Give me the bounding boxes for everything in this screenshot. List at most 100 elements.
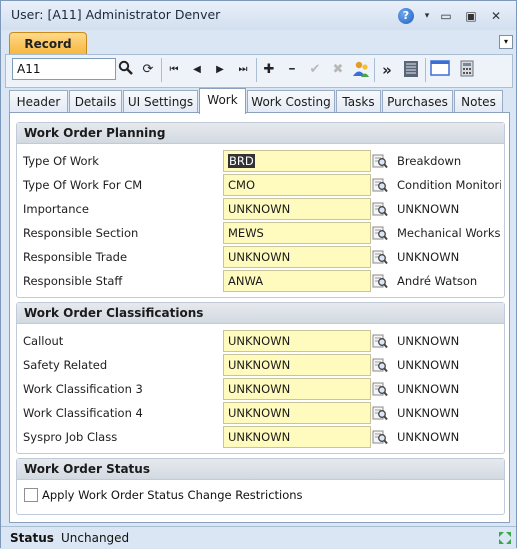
toolbar-separator [161, 58, 162, 82]
tab-notes[interactable]: Notes [454, 90, 503, 113]
field-description: UNKNOWN [397, 406, 460, 420]
field-description: UNKNOWN [397, 202, 460, 216]
lookup-icon[interactable] [372, 177, 388, 193]
first-record-icon[interactable]: ⏮ [164, 60, 184, 80]
field-row: Responsible Trade UNKNOWN UNKNOWN [17, 245, 504, 269]
record-tab-row: Record ▾ [1, 30, 516, 55]
add-icon[interactable]: ✚ [259, 60, 279, 80]
tab-details[interactable]: Details [69, 90, 122, 113]
group-title: Work Order Planning [17, 123, 504, 144]
status-label: Status [10, 531, 54, 545]
field-description: André Watson [397, 274, 478, 288]
calculator-icon[interactable] [457, 60, 477, 80]
previous-record-icon[interactable]: ◀ [187, 60, 207, 80]
field-description: UNKNOWN [397, 334, 460, 348]
list-view-icon[interactable] [401, 60, 421, 80]
field-label: Responsible Section [23, 226, 139, 240]
responsible-section-field[interactable]: MEWS [223, 222, 371, 244]
tab-ui-settings[interactable]: UI Settings [123, 90, 198, 113]
field-label: Syspro Job Class [23, 430, 118, 444]
work-classification-4-field[interactable]: UNKNOWN [223, 402, 371, 424]
field-description: UNKNOWN [397, 382, 460, 396]
field-label: Work Classification 4 [23, 406, 143, 420]
responsible-staff-field[interactable]: ANWA [223, 270, 371, 292]
lookup-icon[interactable] [372, 429, 388, 445]
field-row: Syspro Job Class UNKNOWN UNKNOWN [17, 425, 504, 449]
search-input[interactable]: A11 [12, 58, 116, 80]
field-row: Work Classification 4 UNKNOWN UNKNOWN [17, 401, 504, 425]
field-label: Responsible Staff [23, 274, 123, 288]
field-row: Responsible Staff ANWA André Watson [17, 269, 504, 293]
help-dropdown-icon[interactable]: ▾ [419, 8, 435, 24]
field-row: Callout UNKNOWN UNKNOWN [17, 329, 504, 353]
toolbar: A11 ⟳ ⏮ ◀ ▶ ⏭ ✚ ━ ✔ ✖ » [5, 54, 513, 88]
lookup-icon[interactable] [372, 153, 388, 169]
field-label: Importance [23, 202, 89, 216]
lookup-icon[interactable] [372, 333, 388, 349]
lookup-icon[interactable] [372, 225, 388, 241]
lookup-icon[interactable] [372, 405, 388, 421]
tab-strip: Header Details UI Settings Work Work Cos… [9, 88, 509, 114]
tab-work[interactable]: Work [199, 88, 246, 114]
title-bar: User: [A11] Administrator Denver ? ▾ ▭ ▣… [1, 1, 516, 30]
toolbar-separator [256, 58, 257, 82]
field-description: UNKNOWN [397, 430, 460, 444]
work-tab-panel: Work Order Planning Type Of Work BRD Bre… [9, 112, 510, 523]
close-icon[interactable]: ✕ [488, 8, 504, 24]
tab-tasks[interactable]: Tasks [336, 90, 381, 113]
search-icon[interactable] [116, 60, 136, 80]
checkbox-row: Apply Work Order Status Change Restricti… [17, 481, 504, 505]
form-view-icon[interactable] [429, 60, 451, 80]
help-icon[interactable]: ? [398, 8, 414, 24]
field-label: Type Of Work [23, 154, 99, 168]
cancel-icon[interactable]: ✖ [328, 60, 348, 80]
group-title: Work Order Status [17, 459, 504, 480]
toolbar-separator [425, 58, 426, 82]
checkbox-label[interactable]: Apply Work Order Status Change Restricti… [42, 488, 303, 502]
field-label: Callout [23, 334, 64, 348]
importance-field[interactable]: UNKNOWN [223, 198, 371, 220]
status-change-restrictions-checkbox[interactable] [24, 488, 38, 502]
field-value: BRD [228, 154, 255, 168]
safety-related-field[interactable]: UNKNOWN [223, 354, 371, 376]
field-label: Work Classification 3 [23, 382, 143, 396]
type-of-work-for-cm-field[interactable]: CMO [223, 174, 371, 196]
field-row: Importance UNKNOWN UNKNOWN [17, 197, 504, 221]
field-description: UNKNOWN [397, 358, 460, 372]
lookup-icon[interactable] [372, 381, 388, 397]
refresh-icon[interactable]: ⟳ [138, 60, 158, 80]
remove-icon[interactable]: ━ [282, 60, 302, 80]
lookup-icon[interactable] [372, 357, 388, 373]
maximize-icon[interactable]: ▣ [463, 8, 479, 24]
lookup-icon[interactable] [372, 249, 388, 265]
callout-field[interactable]: UNKNOWN [223, 330, 371, 352]
tab-work-costing[interactable]: Work Costing [247, 90, 335, 113]
field-description: Mechanical Worksl [397, 226, 501, 240]
last-record-icon[interactable]: ⏭ [233, 60, 253, 80]
lookup-icon[interactable] [372, 201, 388, 217]
resize-grip-icon[interactable] [497, 530, 513, 546]
type-of-work-field[interactable]: BRD [223, 150, 371, 172]
lookup-icon[interactable] [372, 273, 388, 289]
field-row: Type Of Work For CM CMO Condition Monito… [17, 173, 504, 197]
user-icon[interactable] [351, 60, 371, 80]
responsible-trade-field[interactable]: UNKNOWN [223, 246, 371, 268]
work-classification-3-field[interactable]: UNKNOWN [223, 378, 371, 400]
confirm-icon[interactable]: ✔ [305, 60, 325, 80]
window-title: User: [A11] Administrator Denver [11, 7, 221, 22]
tab-purchases[interactable]: Purchases [382, 90, 453, 113]
minimize-icon[interactable]: ▭ [438, 8, 454, 24]
user-window: User: [A11] Administrator Denver ? ▾ ▭ ▣… [0, 0, 517, 548]
toolbar-separator [374, 58, 375, 82]
work-order-planning-group: Work Order Planning Type Of Work BRD Bre… [16, 122, 505, 298]
field-label: Safety Related [23, 358, 108, 372]
field-description: Condition Monitori [397, 178, 501, 192]
record-tab[interactable]: Record [9, 32, 87, 55]
collapse-ribbon-icon[interactable]: ▾ [499, 35, 513, 49]
more-icon[interactable]: » [377, 60, 397, 80]
field-row: Type Of Work BRD Breakdown [17, 149, 504, 173]
work-order-classifications-group: Work Order Classifications Callout UNKNO… [16, 302, 505, 454]
next-record-icon[interactable]: ▶ [210, 60, 230, 80]
tab-header[interactable]: Header [9, 90, 68, 113]
syspro-job-class-field[interactable]: UNKNOWN [223, 426, 371, 448]
